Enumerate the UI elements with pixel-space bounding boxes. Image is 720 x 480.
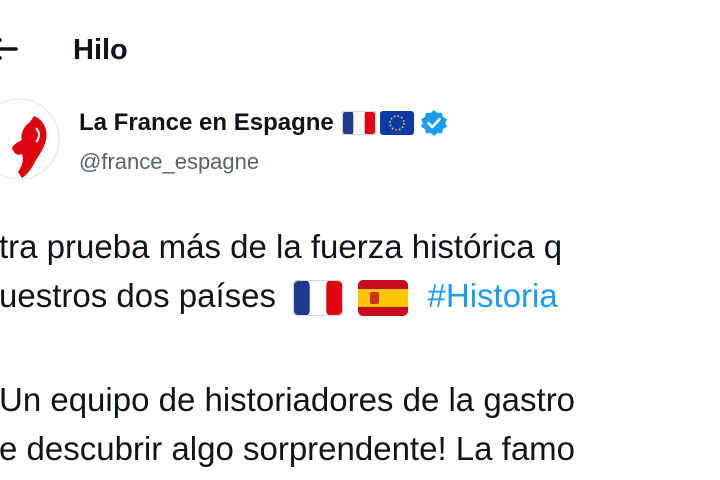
avatar[interactable]	[0, 98, 60, 180]
author-display-name[interactable]: La France en Espagne	[79, 106, 448, 140]
france-flag-icon	[341, 111, 376, 135]
back-arrow-icon[interactable]	[0, 32, 20, 66]
tweet-text-segment: uestros dos países	[0, 277, 276, 314]
author-handle[interactable]: @france_espagne	[79, 146, 259, 178]
tweet-text-line: e descubrir algo sorprendente! La famo	[0, 430, 576, 467]
eu-flag-icon	[379, 111, 414, 135]
embassy-logo-icon	[0, 98, 60, 180]
spain-flag-icon	[358, 280, 409, 317]
tweet-text-line: uestros dos países #Historia	[0, 274, 558, 318]
hashtag-link[interactable]: #Historia	[428, 277, 558, 314]
page-title: Hilo	[73, 34, 128, 66]
tweet-text-line: tra prueba más de la fuerza histórica q	[0, 228, 563, 265]
france-flag-icon	[293, 280, 344, 317]
tweet-text-line: Un equipo de historiadores de la gastro	[0, 381, 576, 418]
verified-badge-icon	[420, 110, 447, 136]
author-name-text: La France en Espagne	[79, 109, 334, 136]
